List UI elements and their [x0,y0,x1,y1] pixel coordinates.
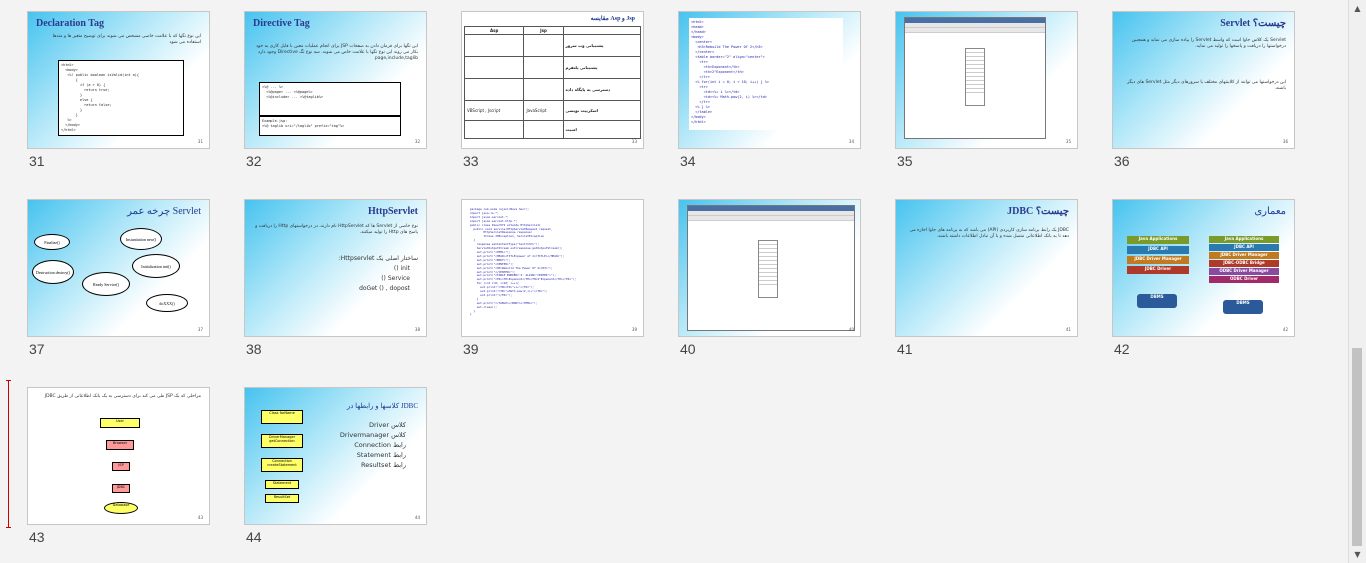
slide-number-label: 41 [897,341,913,357]
slide-number-label: 31 [29,153,45,169]
slide-text: این نوع تگها که با علامت خاصی مشخص می شو… [52,34,201,45]
slide-page-number: 32 [414,139,420,144]
slide-title: مقایسه Asp و Jsp [590,16,635,22]
slide-page-number: 42 [1282,327,1288,332]
slide-thumbnail-38[interactable]: HttpServlet نوع خاصی از Servlet ها که Ht… [244,199,427,337]
slide-thumbnail-33[interactable]: مقایسه Asp و Jsp Asp Jsp پشتیبانی وب سرور… [461,11,644,149]
slide-title: Directive Tag [253,18,310,29]
slide-page-number: 44 [414,515,420,520]
slide-text: این درخواستها می توانند از کلاینتهای مخت… [1127,80,1286,91]
scroll-thumb[interactable] [1352,348,1362,546]
bullet-item: doGet () , dopost [359,285,410,292]
slide-page-number: 37 [197,327,203,332]
bullet-item: init () [393,265,410,272]
code-box: <%@ ... %> <%@page> ... <%@page%> <%@inc… [259,82,401,116]
slide-text: مراحلی که یک JSP طی می کند برای دسترسی ب… [44,394,201,399]
slide-page-number: 40 [848,327,854,332]
comparison-table: Asp Jsp پشتیبانی وب سرور پشتیبانی پلتفرم … [463,26,641,139]
slide-page-number: 33 [631,139,637,144]
code-box: package com.exam (ejoul/Nova hour); impo… [468,206,640,330]
browser-screenshot [687,205,855,331]
scroll-down-arrow-icon[interactable]: ▼ [1349,546,1366,563]
slide-number-label: 44 [246,529,262,545]
lifecycle-node: Initialization init() [132,254,180,278]
code-box: Example.jsp: <%@ taglib uri="/taglib" pr… [259,116,401,136]
lifecycle-node: doXXX() [146,294,188,312]
slide-thumbnail-36[interactable]: Servlet چیست؟ Servlet یک کلاس جاوا است ک… [1112,11,1295,149]
slide-thumbnail-44[interactable]: کلاسها و رابطها در JDBC کلاس Driver کلاس… [244,387,427,525]
slide-number-label: 36 [1114,153,1130,169]
bullet-item: رابط Resultset [360,461,406,469]
slide-page-number: 35 [1065,139,1071,144]
slide-thumbnail-34[interactable]: <html> <head> </head> <body> <center> <h… [678,11,861,149]
slide-text: Servlet یک کلاس جاوا است که واسط Servlet… [1131,38,1286,49]
slide-number-label: 35 [897,153,913,169]
lifecycle-node: Destruction destroy() [32,260,74,284]
slide-page-number: 34 [848,139,854,144]
slide-thumbnail-32[interactable]: Directive Tag این تگها برای فرمان دادن ب… [244,11,427,149]
bullet-item: کلاس Drivermanager [339,431,406,439]
slide-thumbnail-35[interactable]: 35 [895,11,1078,149]
slide-title: Servlet چیست؟ [1220,18,1286,29]
slide-number-label: 40 [680,341,696,357]
slide-number-label: 34 [680,153,696,169]
slide-page-number: 43 [197,515,203,520]
slide-number-label: 38 [246,341,262,357]
bullet-item: رابط Statement [356,451,406,459]
slide-title: کلاسها و رابطها در JDBC [346,402,418,410]
slide-sorter: Declaration Tag این نوع تگها که با علامت… [0,0,1349,563]
slide-page-number: 36 [1282,139,1288,144]
slide-thumbnail-31[interactable]: Declaration Tag این نوع تگها که با علامت… [27,11,210,149]
slide-thumbnail-40[interactable]: 40 [678,199,861,337]
slide-number-label: 39 [463,341,479,357]
bullet-item: کلاس Driver [369,421,406,429]
slide-thumbnail-39[interactable]: package com.exam (ejoul/Nova hour); impo… [461,199,644,337]
slide-text: این تگها برای فرمان دادن به صفحات JSP بر… [256,44,418,61]
slide-number-label: 42 [1114,341,1130,357]
slide-thumbnail-41[interactable]: JDBC چیست؟ JDBC یک رابط برنامه سازی کارب… [895,199,1078,337]
code-box: <html> <body> <%! public boolean isValid… [58,60,184,136]
slide-thumbnail-37[interactable]: چرخه عمر Servlet Finalize() Instantiatio… [27,199,210,337]
slide-page-number: 41 [1065,327,1071,332]
slide-thumbnail-42[interactable]: معماری Java Applications JDBC API JDBC D… [1112,199,1295,337]
browser-screenshot [904,17,1046,139]
slide-number-label: 32 [246,153,262,169]
slide-title: JDBC چیست؟ [1007,206,1069,217]
slide-page-number: 31 [197,139,203,144]
bullet-item: رابط Connection [354,441,406,449]
slide-thumbnail-43[interactable]: مراحلی که یک JSP طی می کند برای دسترسی ب… [27,387,210,525]
slide-title: معماری [1254,206,1286,217]
code-box: <html> <head> </head> <body> <center> <h… [689,18,843,130]
insertion-marker [6,380,11,528]
slide-text: JDBC یک رابط برنامه سازی کاربردی (API) م… [909,228,1069,239]
slide-number-label: 37 [29,341,45,357]
slide-text: ساختار اصلی یک Httpservlet: [338,255,418,262]
slide-number-label: 33 [463,153,479,169]
scroll-up-arrow-icon[interactable]: ▲ [1349,0,1366,17]
bullet-item: Service () [381,275,410,282]
slide-text: نوع خاصی از Servlet ها که HttpServlet نا… [255,224,418,235]
vertical-scrollbar[interactable]: ▲ ▼ [1348,0,1366,563]
slide-title: HttpServlet [368,206,418,217]
slide-number-label: 43 [29,529,45,545]
slide-page-number: 39 [631,327,637,332]
slide-title: Declaration Tag [36,18,105,29]
slide-title: چرخه عمر Servlet [127,206,201,217]
lifecycle-node: Instantiation new() [120,228,162,250]
lifecycle-node: Finalize() [34,234,70,250]
lifecycle-node: Ready Service() [82,272,130,296]
slide-page-number: 38 [414,327,420,332]
